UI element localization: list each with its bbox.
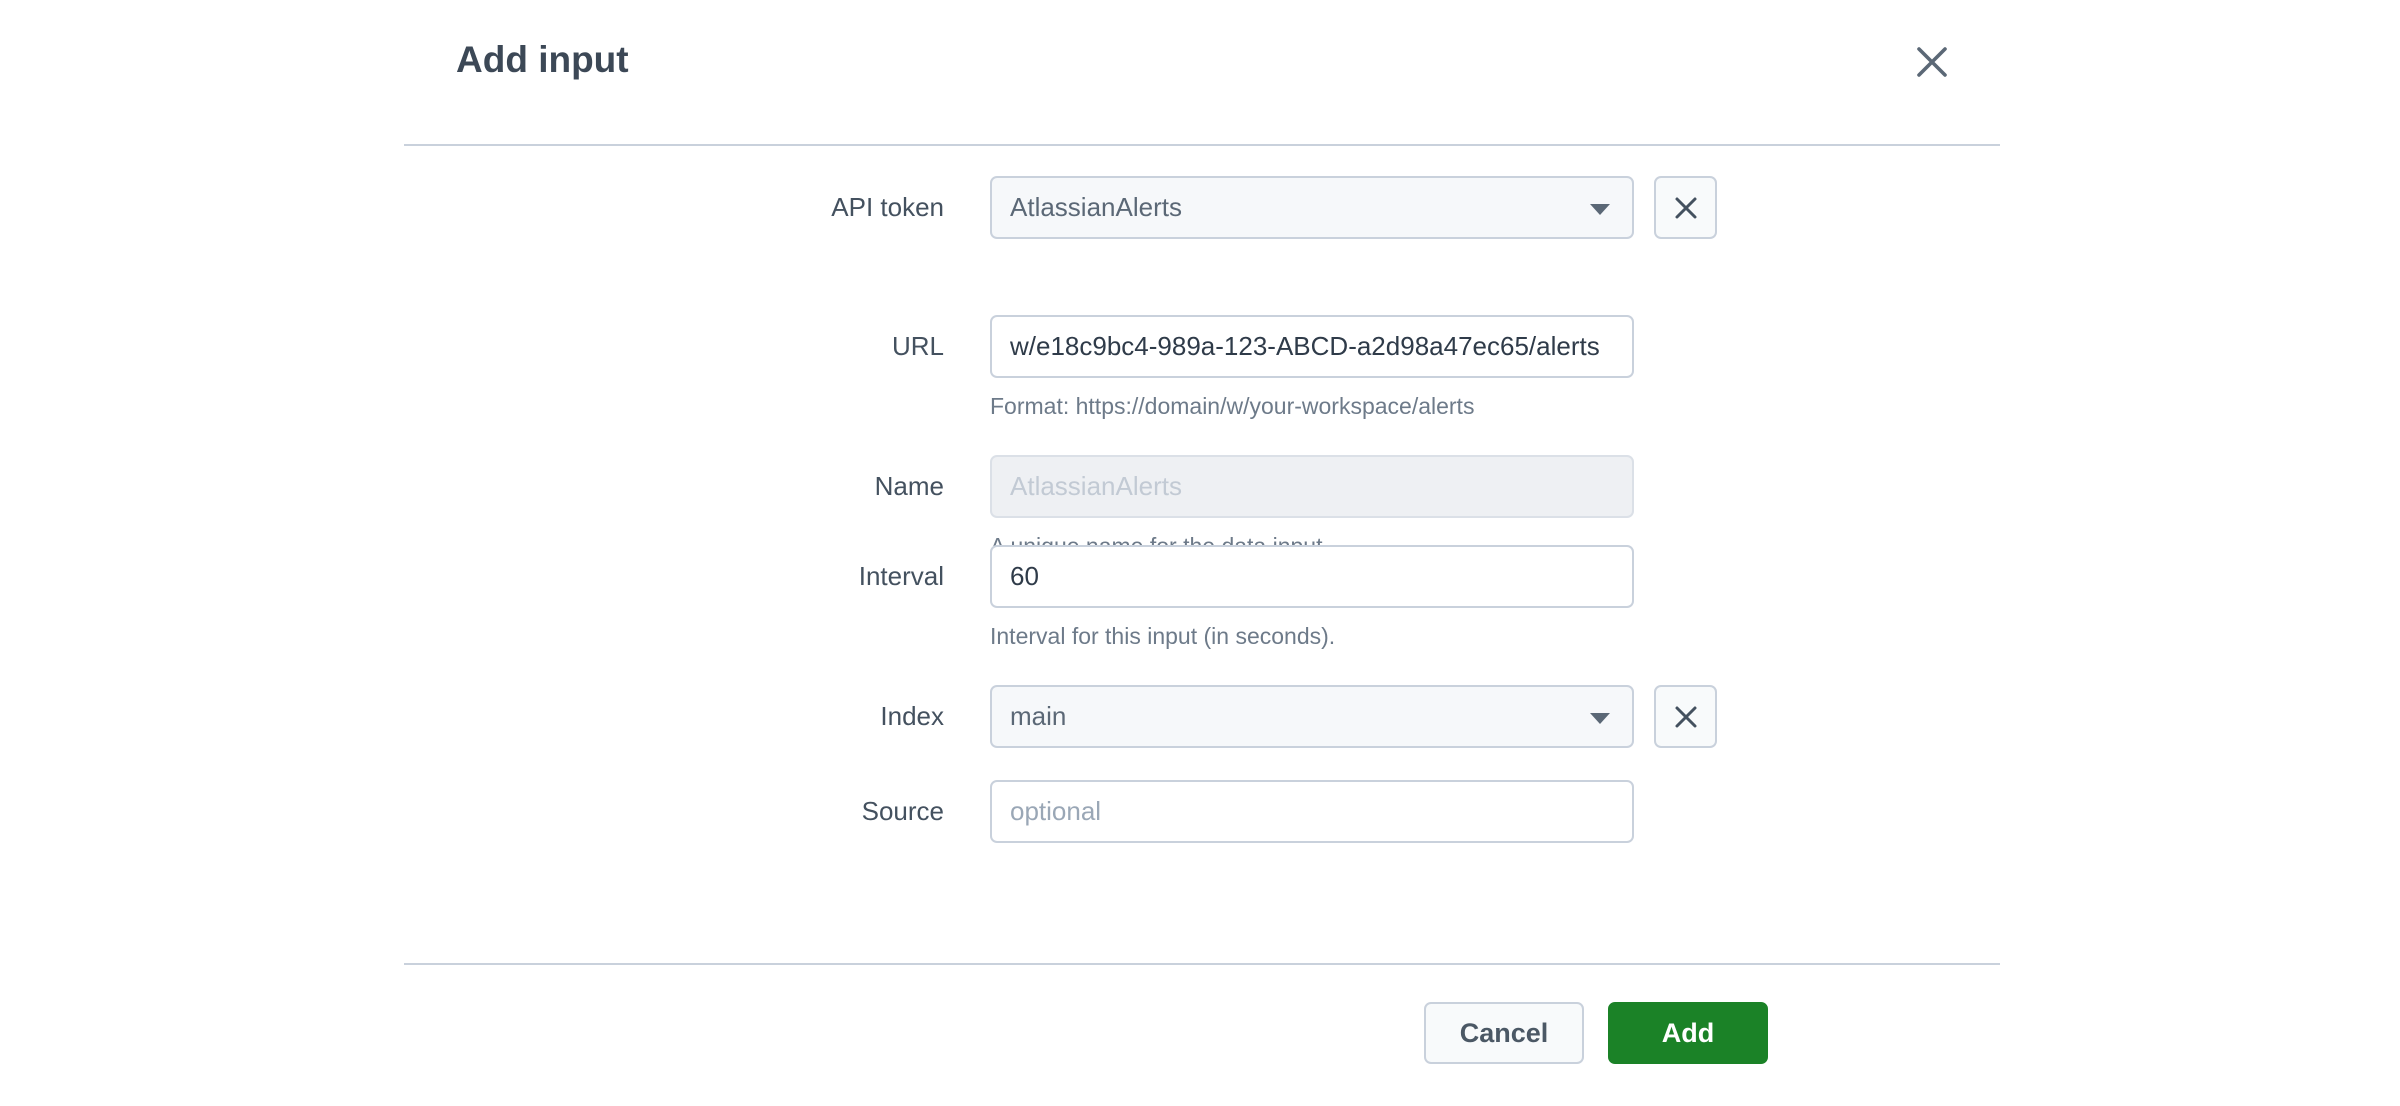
index-label: Index [880, 701, 944, 731]
close-icon [1675, 706, 1696, 727]
cancel-button[interactable]: Cancel [1424, 1002, 1584, 1064]
api-token-label: API token [831, 192, 944, 222]
add-button[interactable]: Add [1608, 1002, 1768, 1064]
dialog-header: Add input [404, 0, 2000, 145]
dialog-footer: Cancel Add [404, 965, 2000, 1106]
name-label: Name [874, 471, 944, 501]
chevron-down-icon [1590, 712, 1610, 724]
api-token-clear-button[interactable] [1654, 176, 1717, 239]
interval-label: Interval [858, 561, 944, 591]
url-input[interactable] [990, 315, 1634, 378]
source-label: Source [861, 796, 944, 826]
page-title: Add input [456, 39, 629, 80]
chevron-down-icon [1590, 203, 1610, 215]
api-token-selected-value: AtlassianAlerts [1010, 192, 1182, 222]
source-input[interactable] [990, 780, 1634, 843]
close-icon-glyph [1917, 47, 1947, 77]
name-input[interactable] [990, 455, 1634, 518]
interval-field-group: Interval for this input (in seconds). [990, 545, 2000, 649]
index-select[interactable]: main [990, 685, 1634, 748]
interval-input[interactable] [990, 545, 1634, 608]
dialog-body: API token AtlassianAlerts URL Format: ht… [404, 146, 2000, 963]
api-token-field-group: AtlassianAlerts [990, 176, 2000, 239]
url-label: URL [891, 331, 944, 361]
name-field-group: A unique name for the data input. [990, 455, 2000, 559]
url-field-group: Format: https://domain/w/your-workspace/… [990, 315, 2000, 419]
api-token-select[interactable]: AtlassianAlerts [990, 176, 1634, 239]
close-icon [1675, 197, 1696, 218]
close-icon[interactable] [1910, 40, 1954, 84]
index-clear-button[interactable] [1654, 685, 1717, 748]
add-input-dialog: Add input API token AtlassianAlerts URL … [0, 0, 2400, 1106]
index-selected-value: main [1010, 701, 1067, 731]
source-field-group [990, 780, 2000, 843]
index-field-group: main [990, 685, 2000, 748]
url-hint: Format: https://domain/w/your-workspace/… [990, 393, 1475, 419]
interval-hint: Interval for this input (in seconds). [990, 623, 1336, 649]
